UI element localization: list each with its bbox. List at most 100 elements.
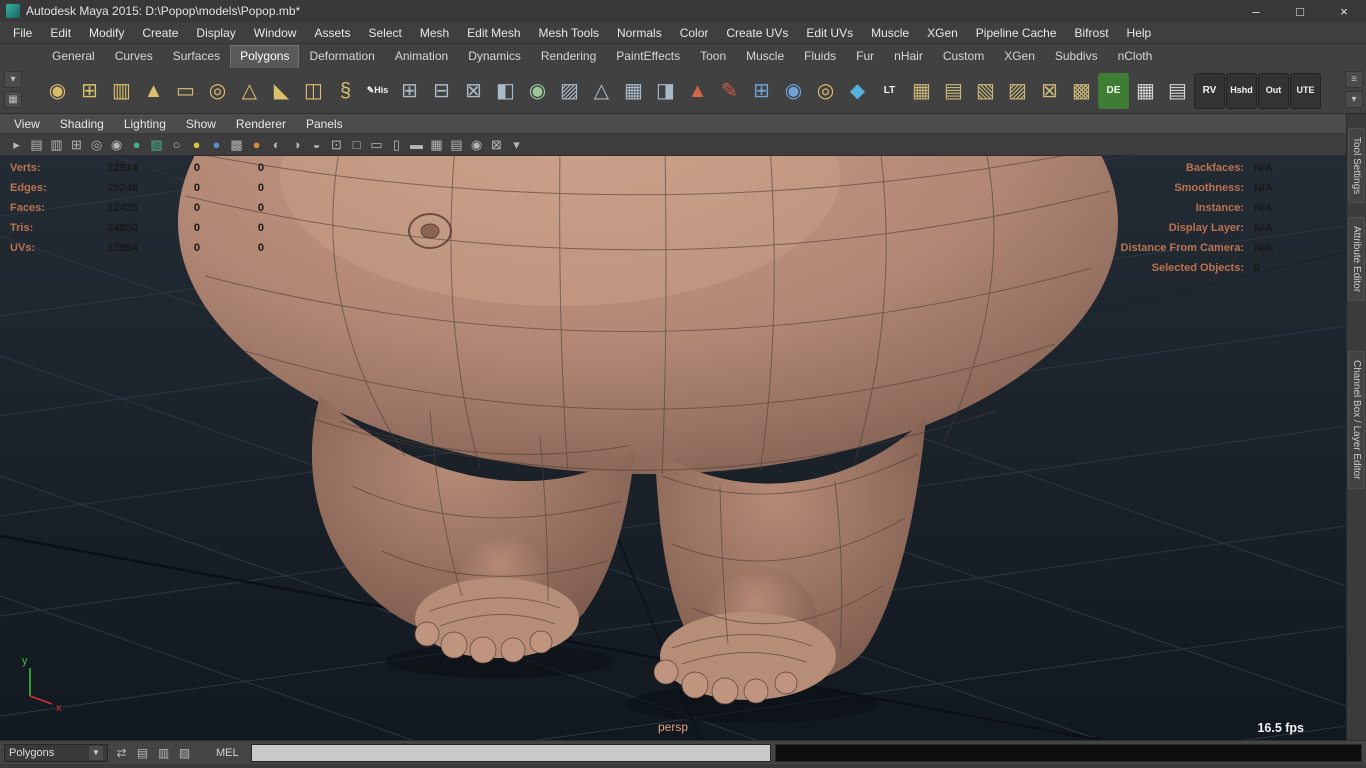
uv-cut-icon[interactable]: ⊠ xyxy=(1034,73,1065,109)
sidebar-tab-channel-box[interactable]: Channel Box / Layer Editor xyxy=(1348,351,1365,489)
multisample-icon[interactable]: ⊡ xyxy=(328,136,345,153)
outliner-button[interactable]: Out xyxy=(1258,72,1289,109)
layout-outliner-icon[interactable]: ▤ xyxy=(133,744,152,762)
sidebar-tab-tool-settings[interactable]: Tool Settings xyxy=(1348,128,1365,204)
shelf-tab-polygons[interactable]: Polygons xyxy=(230,45,300,68)
uv-automatic-icon[interactable]: ▨ xyxy=(1002,73,1033,109)
panel-menu-panels[interactable]: Panels xyxy=(296,116,353,132)
uv-layout-icon[interactable]: ▦ xyxy=(1130,73,1161,109)
poly-pipe-icon[interactable]: ◫ xyxy=(298,73,329,109)
shelf-tab-ncloth[interactable]: nCloth xyxy=(1108,45,1163,68)
reduce-icon[interactable]: ▨ xyxy=(554,73,585,109)
script-editor-icon[interactable]: ▨ xyxy=(175,744,194,762)
image-plane-icon[interactable]: ◎ xyxy=(88,136,105,153)
uv-texture-editor-button[interactable]: UTE xyxy=(1290,72,1321,109)
render-view-button[interactable]: RV xyxy=(1194,72,1225,109)
shelf-menu-icon[interactable]: ▦ xyxy=(4,91,22,108)
uv-sew-icon[interactable]: ▩ xyxy=(1066,73,1097,109)
two-d-pan-zoom-icon[interactable]: ◉ xyxy=(108,136,125,153)
resolution-gate-icon[interactable]: ▯ xyxy=(388,136,405,153)
poly-helix-icon[interactable]: § xyxy=(330,73,361,109)
poly-torus-icon[interactable]: ◎ xyxy=(202,73,233,109)
shelf-tab-subdivs[interactable]: Subdivs xyxy=(1045,45,1108,68)
shelf-tab-general[interactable]: General xyxy=(42,45,105,68)
menu-pipeline-cache[interactable]: Pipeline Cache xyxy=(967,23,1066,43)
xray-icon[interactable]: □ xyxy=(348,136,365,153)
screen-ao-icon[interactable]: ◑ xyxy=(288,136,305,153)
triangulate-icon[interactable]: △ xyxy=(586,73,617,109)
panel-menu-icon[interactable]: ▾ xyxy=(508,136,525,153)
panel-menu-lighting[interactable]: Lighting xyxy=(114,116,176,132)
separate-icon[interactable]: ⊟ xyxy=(426,73,457,109)
uv-planar-icon[interactable]: ▦ xyxy=(906,73,937,109)
panel-menu-renderer[interactable]: Renderer xyxy=(226,116,296,132)
uv-spherical-icon[interactable]: ▧ xyxy=(970,73,1001,109)
menu-muscle[interactable]: Muscle xyxy=(862,23,918,43)
poly-cube-icon[interactable]: ⊞ xyxy=(74,73,105,109)
shelf-overflow-icon[interactable]: ≡ xyxy=(1345,71,1363,88)
menu-create-uvs[interactable]: Create UVs xyxy=(717,23,797,43)
poly-cylinder-icon[interactable]: ▥ xyxy=(106,73,137,109)
camera-attributes-icon[interactable]: ▥ xyxy=(48,136,65,153)
poly-prism-icon[interactable]: △ xyxy=(234,73,265,109)
maximize-button[interactable]: □ xyxy=(1278,0,1322,22)
poly-pyramid-icon[interactable]: ◣ xyxy=(266,73,297,109)
normals-icon[interactable]: ◆ xyxy=(842,73,873,109)
panel-menu-shading[interactable]: Shading xyxy=(50,116,114,132)
shelf-tabs-toggle-icon[interactable]: ▾ xyxy=(4,71,22,88)
menu-modify[interactable]: Modify xyxy=(80,23,133,43)
wire-cube-icon[interactable]: ⊞ xyxy=(746,73,777,109)
shelf-tab-fluids[interactable]: Fluids xyxy=(794,45,846,68)
checker-display-icon[interactable]: ▩ xyxy=(228,136,245,153)
panel-menu-show[interactable]: Show xyxy=(176,116,226,132)
shaded-display-icon[interactable]: ● xyxy=(188,136,205,153)
menu-window[interactable]: Window xyxy=(245,23,306,43)
shelf-tab-rendering[interactable]: Rendering xyxy=(531,45,606,68)
grease-pencil-icon[interactable]: ● xyxy=(128,136,145,153)
wireframe-display-icon[interactable]: ○ xyxy=(168,136,185,153)
menu-color[interactable]: Color xyxy=(671,23,718,43)
menu-edit-mesh[interactable]: Edit Mesh xyxy=(458,23,529,43)
panel-menu-view[interactable]: View xyxy=(4,116,50,132)
menu-display[interactable]: Display xyxy=(187,23,244,43)
menu-normals[interactable]: Normals xyxy=(608,23,671,43)
close-button[interactable]: × xyxy=(1322,0,1366,22)
isolate-select-icon[interactable]: ▧ xyxy=(148,136,165,153)
hypershade-button[interactable]: Hshd xyxy=(1226,72,1257,109)
menu-set-dropdown[interactable]: Polygons ▼ xyxy=(4,743,108,762)
shelf-tab-painteffects[interactable]: PaintEffects xyxy=(606,45,690,68)
combine-icon[interactable]: ⊞ xyxy=(394,73,425,109)
sculpt-tool-icon[interactable]: ▲ xyxy=(682,73,713,109)
shelf-tab-surfaces[interactable]: Surfaces xyxy=(163,45,230,68)
shelf-tab-animation[interactable]: Animation xyxy=(385,45,458,68)
mirror-geometry-icon[interactable]: ◨ xyxy=(650,73,681,109)
poly-plane-icon[interactable]: ▭ xyxy=(170,73,201,109)
viewport-renderer-icon[interactable]: ⊠ xyxy=(488,136,505,153)
menu-edit[interactable]: Edit xyxy=(41,23,80,43)
quadrangulate-icon[interactable]: ▦ xyxy=(618,73,649,109)
shelf-tab-dynamics[interactable]: Dynamics xyxy=(458,45,531,68)
construction-history-icon[interactable]: ✎His xyxy=(362,73,393,109)
menu-assets[interactable]: Assets xyxy=(305,23,359,43)
shelf-tab-curves[interactable]: Curves xyxy=(105,45,163,68)
menu-select[interactable]: Select xyxy=(359,23,410,43)
command-output-field[interactable] xyxy=(774,743,1362,762)
shelf-tab-muscle[interactable]: Muscle xyxy=(736,45,794,68)
select-camera-icon[interactable]: ▸ xyxy=(8,136,25,153)
menu-edit-uvs[interactable]: Edit UVs xyxy=(797,23,862,43)
lighting-toggle-icon[interactable]: ● xyxy=(248,136,265,153)
textured-display-icon[interactable]: ● xyxy=(208,136,225,153)
shelf-tab-nhair[interactable]: nHair xyxy=(884,45,933,68)
shadows-toggle-icon[interactable]: ◐ xyxy=(268,136,285,153)
shelf-tab-toon[interactable]: Toon xyxy=(690,45,736,68)
wire-sphere-icon[interactable]: ◉ xyxy=(778,73,809,109)
bookmark-icon[interactable]: ⊞ xyxy=(68,136,85,153)
sidebar-tab-attribute-editor[interactable]: Attribute Editor xyxy=(1348,217,1365,302)
menu-xgen[interactable]: XGen xyxy=(918,23,967,43)
de-icon[interactable]: DE xyxy=(1098,72,1129,109)
minimize-button[interactable]: – xyxy=(1234,0,1278,22)
rotate-ring-icon[interactable]: ◎ xyxy=(810,73,841,109)
menu-bifrost[interactable]: Bifrost xyxy=(1066,23,1118,43)
camera-gate-icon[interactable]: ▭ xyxy=(368,136,385,153)
uv-snapshot-icon[interactable]: ▤ xyxy=(1162,73,1193,109)
